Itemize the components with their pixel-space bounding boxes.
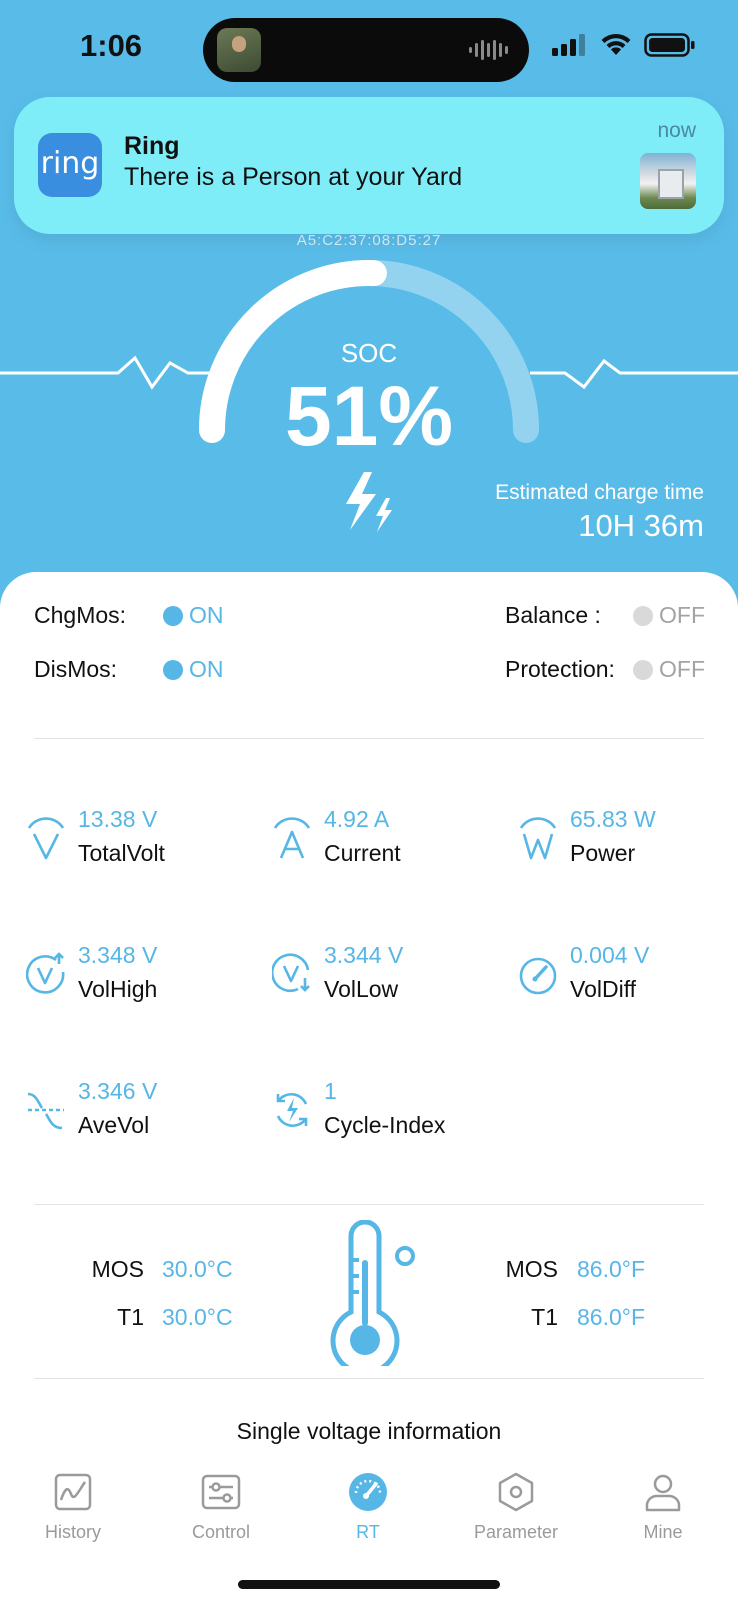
metric-name: Current	[324, 840, 401, 866]
tab-label: Mine	[643, 1522, 683, 1542]
tab-history[interactable]: History	[13, 1472, 133, 1543]
cellular-signal-icon	[552, 34, 585, 56]
status-icons	[552, 33, 696, 57]
average-icon	[27, 1092, 64, 1130]
hexagon-icon	[498, 1472, 534, 1512]
cycle-icon	[276, 1092, 308, 1128]
chgmos-label: ChgMos:	[34, 602, 127, 628]
metric-current: 4.92 A Current	[272, 806, 502, 876]
chgmos-status[interactable]: ON	[163, 602, 224, 629]
single-voltage-title: Single voltage information	[236, 1418, 502, 1444]
metric-name: Power	[570, 840, 636, 866]
metric-value: 3.344 V	[324, 942, 404, 968]
dismos-label: DisMos:	[34, 656, 118, 682]
tab-control[interactable]: Control	[161, 1472, 281, 1543]
vol-high-icon	[26, 952, 65, 994]
divider	[34, 1204, 704, 1205]
gauge-icon	[519, 957, 557, 995]
temp-value-t1-f: 86.0°F	[577, 1304, 646, 1330]
metric-cycle-index: 1 Cycle-Index	[272, 1078, 502, 1148]
metric-name: AveVol	[78, 1112, 150, 1138]
details-panel: ChgMos: ON DisMos: ON Balance : OFF Prot…	[0, 572, 738, 1600]
ring-app-icon: ring	[38, 133, 102, 197]
temp-value-mos-c: 30.0°C	[162, 1256, 233, 1282]
temp-value-t1-c: 30.0°C	[162, 1304, 233, 1330]
metric-name: Cycle-Index	[324, 1112, 446, 1138]
metric-totalvolt: 13.38 V TotalVolt	[26, 806, 256, 876]
volt-icon	[27, 817, 65, 860]
sliders-icon	[201, 1474, 241, 1510]
vol-low-icon	[272, 953, 310, 993]
metric-name: TotalVolt	[78, 840, 165, 866]
estimated-charge-label: Estimated charge time	[495, 481, 704, 504]
home-indicator[interactable]	[238, 1580, 500, 1589]
protection-status[interactable]: OFF	[633, 656, 705, 683]
tab-label: RT	[356, 1522, 380, 1542]
estimated-charge-value: 10H 36m	[578, 508, 704, 543]
tab-rt[interactable]: RT	[308, 1472, 428, 1543]
metric-value: 13.38 V	[78, 806, 158, 832]
speedometer-icon	[349, 1473, 387, 1511]
status-dot	[163, 605, 183, 626]
temp-label-t1-f: T1	[531, 1304, 558, 1330]
metric-value: 3.346 V	[78, 1078, 158, 1104]
metric-vollow: 3.344 V VolLow	[272, 942, 502, 1012]
status-dot	[633, 605, 653, 626]
status-time: 1:06	[80, 28, 143, 63]
tab-label: Control	[191, 1522, 251, 1542]
balance-label: Balance :	[505, 602, 601, 628]
notification-message: There is a Person at your Yard	[124, 163, 463, 191]
tab-bar: History Control RT Parameter Mine	[0, 1450, 738, 1600]
notification-time: now	[657, 119, 696, 142]
power-icon	[519, 817, 557, 860]
metric-avevol: 3.346 V AveVol	[26, 1078, 256, 1148]
divider	[34, 738, 704, 739]
temp-label-mos-c: MOS	[91, 1256, 144, 1282]
charging-bolt-icon	[346, 472, 392, 532]
metric-volhigh: 3.348 V VolHigh	[26, 942, 256, 1012]
notification-title: Ring	[124, 132, 180, 160]
metric-voldiff: 0.004 V VolDiff	[518, 942, 738, 1012]
metric-name: VolLow	[324, 976, 399, 1002]
tab-mine[interactable]: Mine	[603, 1472, 723, 1543]
chgmos-value: ON	[189, 602, 224, 628]
dismos-value: ON	[189, 656, 224, 682]
metric-value: 3.348 V	[78, 942, 158, 968]
metric-value: 4.92 A	[324, 806, 390, 832]
balance-status[interactable]: OFF	[633, 602, 705, 629]
divider	[34, 1378, 704, 1379]
temp-label-mos-f: MOS	[505, 1256, 558, 1282]
metric-name: VolHigh	[78, 976, 158, 1002]
person-icon	[645, 1474, 681, 1512]
status-dot	[633, 659, 653, 680]
temp-label-t1-c: T1	[117, 1304, 144, 1330]
status-dot	[163, 659, 183, 680]
thermometer-icon	[330, 1220, 415, 1366]
dismos-status[interactable]: ON	[163, 656, 224, 683]
live-activity-avatar	[217, 28, 261, 72]
soc-label: SOC	[340, 338, 398, 368]
tab-label: History	[44, 1522, 101, 1542]
balance-value: OFF	[659, 602, 705, 628]
device-mac-address: A5:C2:37:08:D5:27	[296, 232, 442, 249]
battery-icon	[644, 33, 695, 57]
metric-value: 65.83 W	[570, 806, 656, 832]
metric-name: VolDiff	[570, 976, 637, 1002]
wifi-icon	[601, 33, 631, 55]
ring-notification[interactable]: ring Ring There is a Person at your Yard…	[14, 97, 724, 234]
protection-value: OFF	[659, 656, 705, 682]
protection-label: Protection:	[505, 656, 615, 682]
metric-value: 0.004 V	[570, 942, 650, 968]
history-chart-icon	[54, 1473, 92, 1511]
tab-label: Parameter	[473, 1522, 559, 1542]
notification-thumbnail	[640, 153, 696, 209]
dynamic-island[interactable]	[203, 18, 529, 82]
temp-value-mos-f: 86.0°F	[577, 1256, 646, 1282]
audio-wave-icon	[469, 40, 508, 60]
soc-value: 51%	[284, 369, 454, 463]
tab-parameter[interactable]: Parameter	[456, 1472, 576, 1543]
current-icon	[273, 817, 311, 859]
metric-power: 65.83 W Power	[518, 806, 738, 876]
metric-value: 1	[324, 1078, 337, 1104]
